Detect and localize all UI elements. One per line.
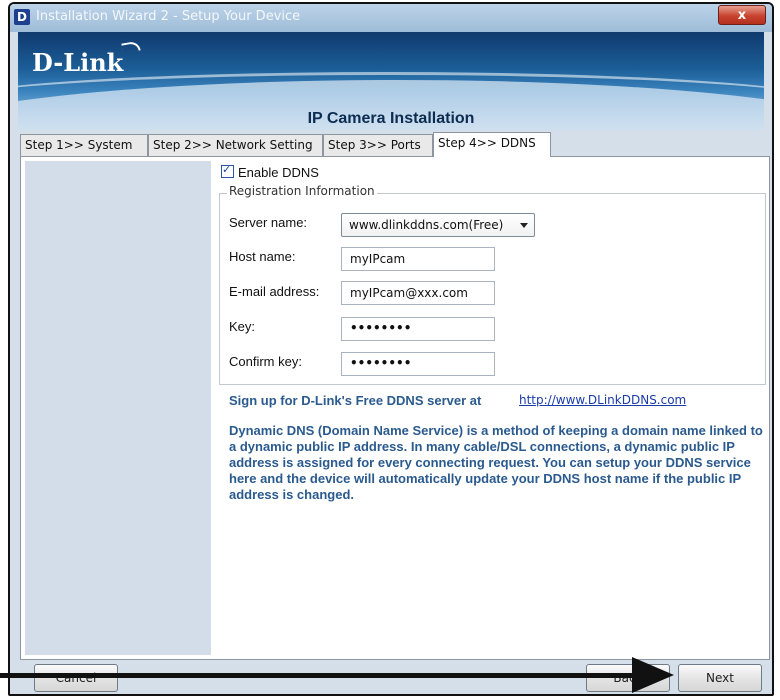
enable-ddns-checkbox[interactable] bbox=[221, 163, 234, 178]
next-button[interactable]: Next bbox=[678, 664, 762, 692]
step-tabs: Step 1>> System Step 2>> Network Setting… bbox=[20, 132, 762, 157]
ddns-content: Enable DDNS Registration Information Ser… bbox=[215, 157, 769, 659]
registration-legend: Registration Information bbox=[227, 184, 377, 198]
tab-panel: Enable DDNS Registration Information Ser… bbox=[20, 156, 770, 660]
tab-step-1-system[interactable]: Step 1>> System bbox=[20, 134, 148, 156]
cancel-button[interactable]: Cancel bbox=[34, 664, 118, 692]
logo-arc-icon bbox=[121, 40, 141, 54]
window-title: Installation Wizard 2 - Setup Your Devic… bbox=[36, 9, 301, 24]
ddns-description: Dynamic DNS (Domain Name Service) is a m… bbox=[229, 423, 763, 502]
enable-ddns-row[interactable]: Enable DDNS bbox=[221, 163, 319, 180]
signup-text: Sign up for D-Link's Free DDNS server at bbox=[229, 393, 482, 408]
arrow-right-icon bbox=[632, 657, 674, 693]
sidebar-panel bbox=[25, 161, 211, 655]
key-label: Key: bbox=[229, 319, 256, 334]
close-button[interactable]: x bbox=[718, 5, 766, 25]
key-password-input[interactable]: •••••••• bbox=[341, 317, 495, 341]
server-name-value: www.dlinkddns.com(Free) bbox=[349, 218, 504, 232]
server-name-select[interactable]: www.dlinkddns.com(Free) bbox=[341, 213, 535, 237]
email-label: E-mail address: bbox=[229, 284, 320, 299]
confirm-key-password-input[interactable]: •••••••• bbox=[341, 352, 495, 376]
tab-step-4-ddns[interactable]: Step 4>> DDNS bbox=[433, 132, 551, 157]
dlink-app-icon: D bbox=[14, 9, 30, 25]
pointer-arrow-shaft bbox=[0, 673, 640, 678]
email-input[interactable]: myIPcam@xxx.com bbox=[341, 281, 495, 305]
dlinkddns-link[interactable]: http://www.DLinkDDNS.com bbox=[519, 393, 686, 407]
host-name-input[interactable]: myIPcam bbox=[341, 247, 495, 271]
server-name-label: Server name: bbox=[229, 215, 308, 230]
confirm-key-label: Confirm key: bbox=[229, 354, 302, 369]
page-heading: IP Camera Installation bbox=[307, 110, 475, 127]
header-banner: D-Link IP Camera Installation bbox=[18, 32, 764, 130]
tab-step-3-ports[interactable]: Step 3>> Ports bbox=[323, 134, 433, 156]
installation-wizard-window: D Installation Wizard 2 - Setup Your Dev… bbox=[8, 2, 774, 696]
host-name-label: Host name: bbox=[229, 249, 296, 264]
chevron-down-icon bbox=[520, 223, 528, 228]
dlink-logo: D-Link bbox=[32, 48, 124, 77]
enable-ddns-label: Enable DDNS bbox=[238, 165, 319, 180]
title-bar: D Installation Wizard 2 - Setup Your Dev… bbox=[10, 4, 772, 32]
tab-step-2-network[interactable]: Step 2>> Network Setting bbox=[148, 134, 323, 156]
